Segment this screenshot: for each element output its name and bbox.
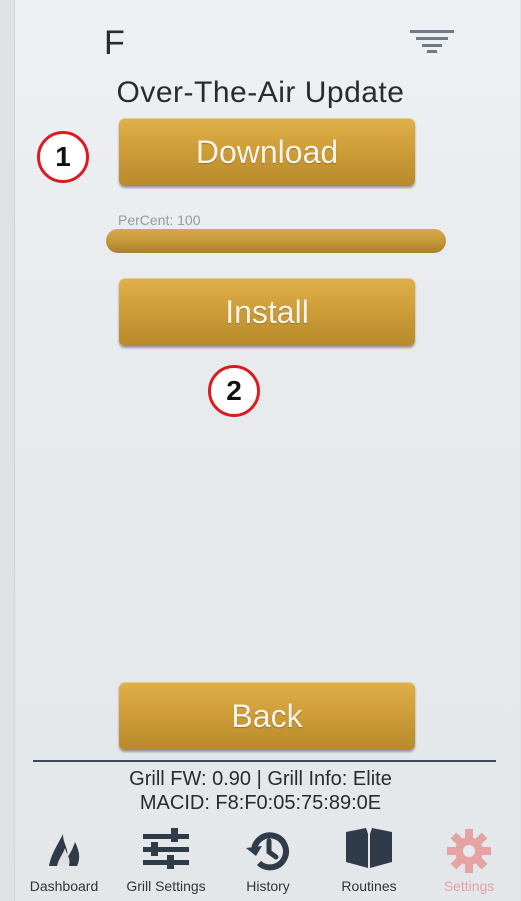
back-button[interactable]: Back xyxy=(119,682,415,750)
history-icon xyxy=(246,832,289,871)
mac-id: MACID: F8:F0:05:75:89:0E xyxy=(139,792,382,814)
step-marker-2: 2 xyxy=(208,365,260,417)
book-icon xyxy=(346,828,392,868)
temperature-unit[interactable]: F xyxy=(104,24,125,63)
menu-filter-icon[interactable] xyxy=(410,28,454,54)
install-button[interactable]: Install xyxy=(119,278,415,346)
nav-label-routines: Routines xyxy=(341,878,397,894)
gear-icon xyxy=(447,829,491,873)
sliders-icon xyxy=(143,828,189,869)
nav-label-grill-settings: Grill Settings xyxy=(126,878,206,894)
nav-grill-settings[interactable]: Grill Settings xyxy=(116,820,216,901)
download-button[interactable]: Download xyxy=(119,118,415,186)
nav-settings[interactable]: Settings xyxy=(419,820,519,901)
step-marker-1: 1 xyxy=(37,131,89,183)
nav-label-settings: Settings xyxy=(443,878,495,894)
nav-label-dashboard: Dashboard xyxy=(29,878,99,894)
page-title: Over-The-Air Update xyxy=(116,76,405,109)
nav-dashboard[interactable]: Dashboard xyxy=(14,820,114,901)
divider xyxy=(33,760,496,762)
bottom-nav: Dashboard Grill Settings History Routine… xyxy=(14,820,519,901)
progress-fill xyxy=(106,229,446,253)
progress-label: PerCent: 100 xyxy=(118,212,201,228)
nav-routines[interactable]: Routines xyxy=(319,820,419,901)
nav-label-history: History xyxy=(246,878,290,894)
progress-bar xyxy=(106,229,446,253)
nav-history[interactable]: History xyxy=(218,820,318,901)
firmware-info: Grill FW: 0.90 | Grill Info: Elite xyxy=(129,768,392,790)
flame-icon xyxy=(49,834,80,866)
